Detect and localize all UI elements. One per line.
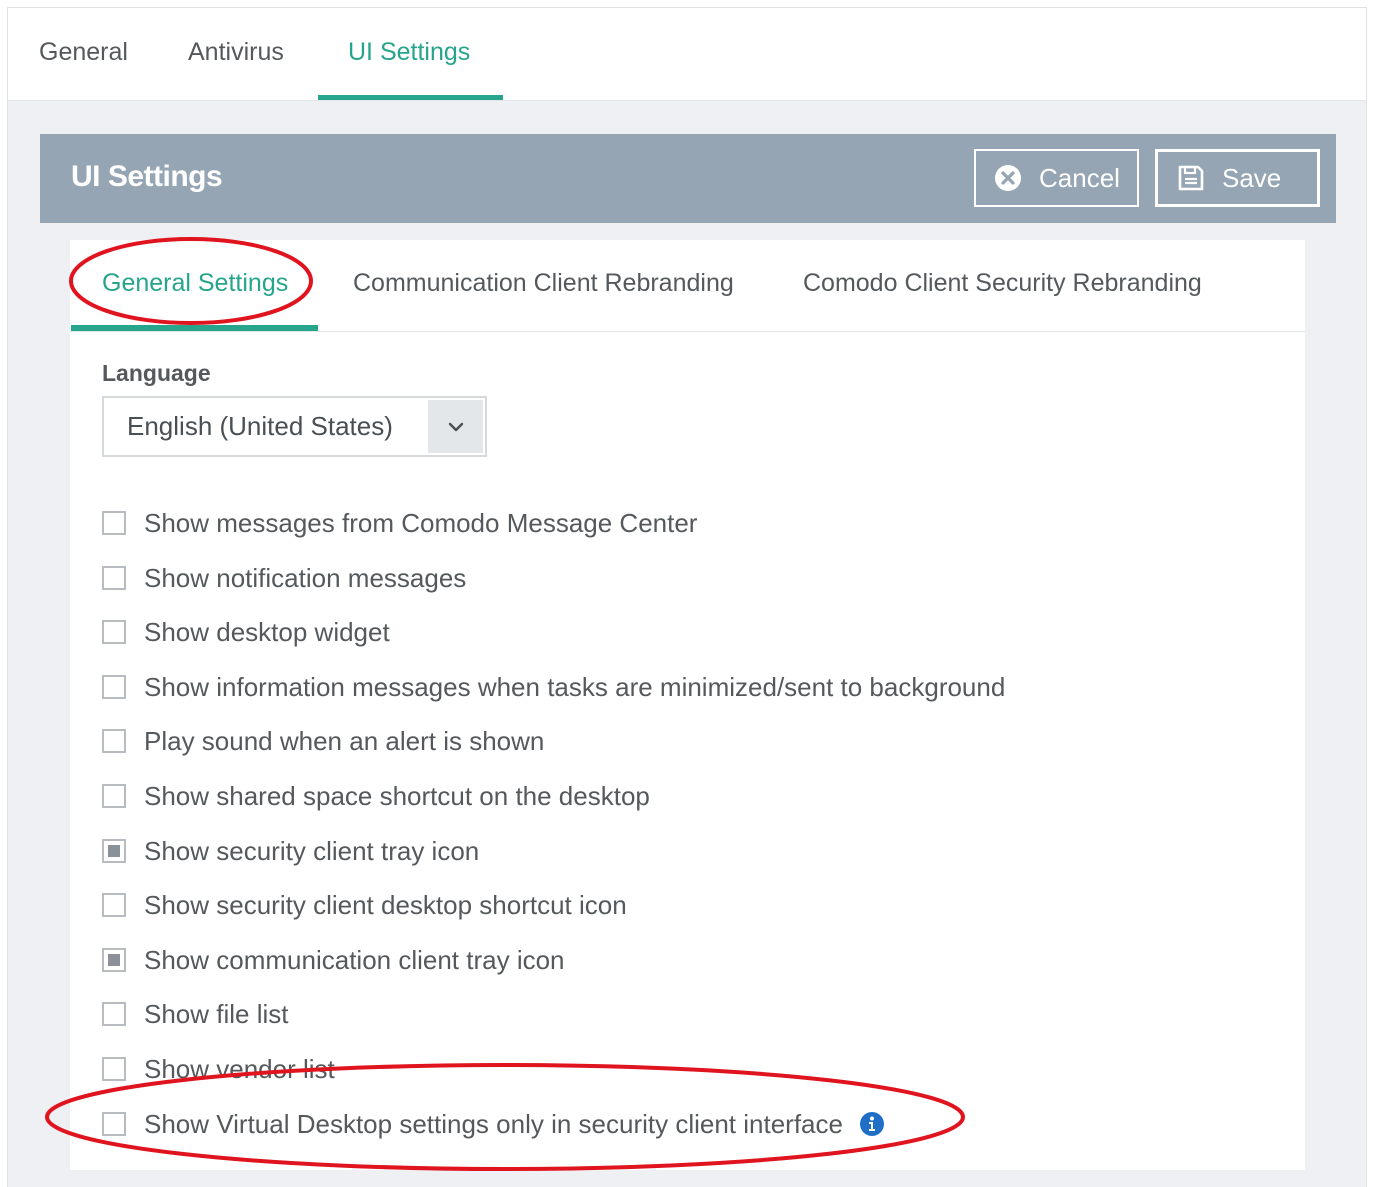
option-label: Show information messages when tasks are… [144, 671, 1006, 702]
option-label: Play sound when an alert is shown [144, 725, 545, 756]
option-row[interactable]: Show file list [102, 999, 289, 1029]
option-row[interactable]: Show notification messages [102, 563, 466, 593]
subtab-general-settings[interactable]: General Settings [102, 269, 288, 298]
option-row[interactable]: Show vendor list [102, 1054, 335, 1084]
cancel-button[interactable]: Cancel [974, 149, 1139, 207]
option-checkbox[interactable] [102, 1057, 126, 1081]
option-checkbox[interactable] [102, 784, 126, 808]
option-checkbox[interactable] [102, 566, 126, 590]
option-checkbox[interactable] [102, 511, 126, 535]
settings-frame: General Antivirus UI Settings UI Setting… [7, 7, 1367, 1187]
panel-header: UI Settings Cancel Save [40, 134, 1336, 223]
option-label: Show communication client tray icon [144, 944, 565, 975]
option-label: Show shared space shortcut on the deskto… [144, 780, 650, 811]
option-row[interactable]: Play sound when an alert is shown [102, 726, 544, 756]
option-row[interactable]: Show information messages when tasks are… [102, 672, 1005, 702]
option-checkbox[interactable] [102, 620, 126, 644]
top-tab-bar: General Antivirus UI Settings [8, 8, 1366, 101]
info-icon[interactable] [859, 1111, 885, 1137]
option-checkbox[interactable] [102, 893, 126, 917]
active-subtab-indicator [71, 325, 318, 331]
option-checkbox[interactable] [102, 675, 126, 699]
option-checkbox[interactable] [102, 1002, 126, 1026]
subtab-communication-client-rebranding[interactable]: Communication Client Rebranding [353, 269, 734, 298]
option-label: Show security client desktop shortcut ic… [144, 889, 627, 920]
option-checkbox[interactable] [102, 1112, 126, 1136]
cancel-button-label: Cancel [1039, 162, 1120, 193]
option-label: Show Virtual Desktop settings only in se… [144, 1108, 843, 1139]
option-row[interactable]: Show desktop widget [102, 617, 390, 647]
save-button-label: Save [1222, 162, 1282, 193]
chevron-down-icon[interactable] [428, 400, 483, 453]
language-value: English (United States) [127, 411, 393, 441]
active-tab-indicator [318, 95, 503, 100]
option-row[interactable]: Show security client tray icon [102, 836, 479, 866]
floppy-disk-icon [1176, 163, 1206, 193]
language-select[interactable]: English (United States) [102, 396, 487, 457]
language-label: Language [102, 360, 211, 386]
sub-tab-bar: General Settings Communication Client Re… [70, 240, 1305, 332]
tab-ui-settings[interactable]: UI Settings [348, 38, 470, 67]
option-row[interactable]: Show messages from Comodo Message Center [102, 508, 697, 538]
tab-general[interactable]: General [39, 38, 128, 67]
option-label: Show security client tray icon [144, 835, 480, 866]
option-row[interactable]: Show shared space shortcut on the deskto… [102, 781, 650, 811]
option-row[interactable]: Show security client desktop shortcut ic… [102, 890, 627, 920]
option-row[interactable]: Show communication client tray icon [102, 945, 565, 975]
option-label: Show messages from Comodo Message Center [144, 507, 698, 538]
settings-card: General Settings Communication Client Re… [70, 240, 1305, 1170]
option-label: Show desktop widget [144, 616, 390, 647]
panel-title: UI Settings [71, 160, 223, 193]
option-row[interactable]: Show Virtual Desktop settings only in se… [102, 1109, 885, 1139]
option-checkbox[interactable] [102, 729, 126, 753]
close-circle-icon [993, 163, 1023, 193]
subtab-comodo-client-security-rebranding[interactable]: Comodo Client Security Rebranding [803, 269, 1202, 298]
save-button[interactable]: Save [1155, 149, 1320, 207]
option-checkbox[interactable] [102, 948, 126, 972]
option-label: Show notification messages [144, 562, 467, 593]
option-label: Show file list [144, 998, 289, 1029]
option-checkbox[interactable] [102, 839, 126, 863]
option-label: Show vendor list [144, 1053, 335, 1084]
tab-antivirus[interactable]: Antivirus [188, 38, 284, 67]
